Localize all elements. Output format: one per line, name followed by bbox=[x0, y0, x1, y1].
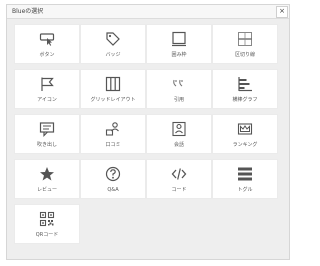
block-label: 引用 bbox=[173, 97, 184, 103]
question-icon bbox=[105, 166, 121, 182]
flag-icon bbox=[41, 77, 54, 91]
block-label: ランキング bbox=[232, 142, 258, 148]
block-label: バッジ bbox=[105, 52, 121, 58]
frame-icon bbox=[172, 31, 186, 47]
block-tile-review[interactable]: レビュー bbox=[14, 159, 80, 199]
block-tile-conversation[interactable]: 会話 bbox=[146, 114, 212, 154]
block-tile-code[interactable]: コード bbox=[146, 159, 212, 199]
block-label: グリッドレイアウト bbox=[90, 97, 136, 103]
block-tile-review-comment[interactable]: 口コミ bbox=[80, 114, 146, 154]
block-tile-divider[interactable]: 区切り線 bbox=[212, 24, 278, 64]
block-label: ボタン bbox=[39, 52, 55, 58]
ranking-icon bbox=[237, 123, 253, 135]
block-label: レビュー bbox=[36, 187, 57, 193]
block-tile-quote[interactable]: 引用 bbox=[146, 69, 212, 109]
block-label: Q&A bbox=[107, 187, 119, 193]
block-tile-button[interactable]: ボタン bbox=[14, 24, 80, 64]
button-icon bbox=[39, 33, 55, 46]
divider-icon bbox=[238, 32, 252, 46]
block-tile-ranking[interactable]: ランキング bbox=[212, 114, 278, 154]
bar-chart-icon bbox=[238, 77, 252, 92]
block-tile-qa[interactable]: Q&A bbox=[80, 159, 146, 199]
block-label: 横棒グラフ bbox=[232, 97, 258, 103]
toggle-icon bbox=[238, 167, 252, 181]
quote-icon bbox=[173, 79, 183, 87]
block-tile-grid-layout[interactable]: グリッドレイアウト bbox=[80, 69, 146, 109]
star-icon bbox=[40, 167, 54, 181]
dialog-header: Blueの選択 × bbox=[7, 5, 289, 19]
dialog-title: Blueの選択 bbox=[12, 8, 44, 15]
code-icon bbox=[171, 168, 187, 180]
block-tile-frame[interactable]: 囲み枠 bbox=[146, 24, 212, 64]
qr-code-icon bbox=[39, 211, 55, 227]
block-tile-toggle[interactable]: トグル bbox=[212, 159, 278, 199]
block-label: アイコン bbox=[37, 97, 57, 103]
block-label: トグル bbox=[237, 187, 253, 193]
review-icon bbox=[105, 122, 119, 136]
block-label: コード bbox=[171, 187, 187, 193]
block-label: QRコード bbox=[35, 232, 59, 238]
block-grid: ボタン バッジ 囲み枠 区切り線 アイコン グリッドレイアウト 引用 横棒グラフ… bbox=[14, 24, 278, 244]
block-label: 吹き出し bbox=[36, 142, 57, 148]
block-tile-speech-bubble[interactable]: 吹き出し bbox=[14, 114, 80, 154]
block-tile-badge[interactable]: バッジ bbox=[80, 24, 146, 64]
block-tile-bar-chart[interactable]: 横棒グラフ bbox=[212, 69, 278, 109]
block-picker-dialog: Blueの選択 × ボタン バッジ 囲み枠 区切り線 アイコン グリッドレイアウ… bbox=[6, 4, 290, 260]
block-tile-qr-code[interactable]: QRコード bbox=[14, 204, 80, 244]
block-label: 口コミ bbox=[105, 142, 121, 148]
block-label: 囲み枠 bbox=[171, 52, 187, 58]
block-tile-icon[interactable]: アイコン bbox=[14, 69, 80, 109]
block-label: 区切り線 bbox=[234, 52, 255, 58]
close-button[interactable]: × bbox=[276, 6, 288, 18]
grid-layout-icon bbox=[105, 76, 121, 92]
block-label: 会話 bbox=[173, 142, 184, 148]
tag-icon bbox=[106, 32, 120, 46]
speech-bubble-icon bbox=[39, 122, 55, 137]
conversation-icon bbox=[172, 121, 186, 137]
